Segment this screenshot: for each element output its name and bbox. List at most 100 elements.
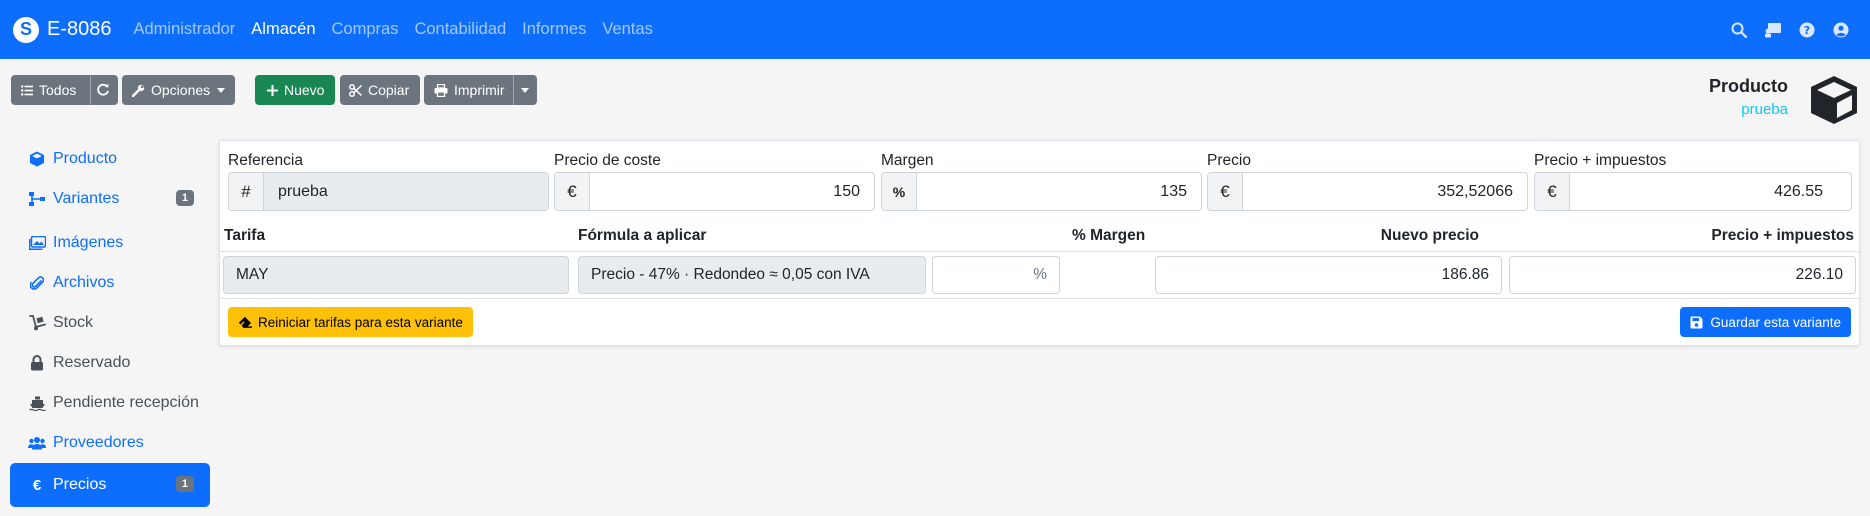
count-badge: 1 bbox=[175, 190, 194, 206]
all-button[interactable]: Todos bbox=[11, 75, 118, 105]
top-navbar: S E-8086 Administrador Almacén Compras C… bbox=[0, 0, 1870, 59]
price-tax-field[interactable]: € 426.55 bbox=[1534, 172, 1852, 211]
margin-field[interactable]: % 135 bbox=[881, 172, 1202, 211]
save-variant-label: Guardar esta variante bbox=[1710, 314, 1841, 330]
print-options-chevron-icon[interactable] bbox=[521, 88, 529, 93]
euro-icon: € bbox=[32, 476, 42, 494]
col-header-new-price: Nuevo precio bbox=[1380, 227, 1479, 244]
sidebar-item-label: Variantes bbox=[53, 190, 120, 207]
box-icon bbox=[1808, 74, 1860, 126]
new-button[interactable]: Nuevo bbox=[255, 75, 335, 105]
sidebar-item-pendiente-recepcion[interactable]: Pendiente recepción bbox=[10, 381, 210, 425]
page-header: Producto prueba bbox=[1709, 76, 1788, 118]
new-button-label: Nuevo bbox=[284, 82, 325, 98]
formula-cell[interactable]: Precio - 47% · Redondeo ≈ 0,05 con IVA bbox=[578, 256, 926, 294]
count-badge: 1 bbox=[175, 476, 194, 492]
nav-icons: ? bbox=[1728, 0, 1852, 59]
print-button-label: Imprimir bbox=[454, 82, 505, 98]
sidebar-item-reservado[interactable]: Reservado bbox=[10, 341, 210, 385]
sidebar-item-label: Producto bbox=[53, 150, 118, 167]
paperclip-icon bbox=[28, 274, 46, 292]
percent-icon: % bbox=[882, 173, 917, 210]
euro-icon: € bbox=[555, 173, 590, 210]
save-variant-button[interactable]: Guardar esta variante bbox=[1680, 307, 1851, 337]
refresh-icon[interactable] bbox=[96, 83, 110, 97]
options-dropdown[interactable]: Opciones bbox=[122, 75, 235, 105]
sidebar-item-precios[interactable]: € Precios 1 bbox=[10, 463, 210, 507]
brand-logo-icon: S bbox=[13, 16, 39, 43]
reset-rates-button[interactable]: Reiniciar tarifas para esta variante bbox=[228, 307, 473, 337]
main-menu: Administrador Almacén Compras Contabilid… bbox=[126, 20, 661, 39]
sidebar-item-label: Pendiente recepción bbox=[53, 394, 199, 411]
price-input[interactable]: 352,52066 bbox=[1243, 173, 1527, 210]
brand-name: E-8086 bbox=[47, 18, 112, 40]
options-label: Opciones bbox=[151, 82, 211, 98]
eraser-icon bbox=[238, 316, 252, 328]
list-icon bbox=[21, 84, 33, 96]
col-header-formula: Fórmula a aplicar bbox=[578, 227, 707, 244]
sidebar-item-label: Archivos bbox=[53, 274, 115, 291]
dolly-icon bbox=[28, 314, 46, 332]
page-title: Producto bbox=[1709, 76, 1788, 96]
cost-label: Precio de coste bbox=[554, 152, 661, 169]
sidebar-item-variantes[interactable]: Variantes 1 bbox=[10, 177, 210, 221]
prices-card: Referencia # prueba Precio de coste € 15… bbox=[219, 140, 1860, 346]
menu-item-ventas[interactable]: Ventas bbox=[594, 20, 660, 39]
sidebar-item-label: Imágenes bbox=[53, 234, 124, 251]
chalkboard-icon[interactable] bbox=[1762, 19, 1784, 41]
menu-item-administrador[interactable]: Administrador bbox=[126, 20, 244, 39]
menu-item-contabilidad[interactable]: Contabilidad bbox=[406, 20, 514, 39]
help-icon[interactable]: ? bbox=[1796, 19, 1818, 41]
sidebar-item-proveedores[interactable]: Proveedores bbox=[10, 421, 210, 465]
brand[interactable]: S E-8086 bbox=[13, 16, 112, 43]
menu-item-informes[interactable]: Informes bbox=[514, 20, 594, 39]
cube-icon bbox=[28, 150, 46, 168]
price-tax-input[interactable]: 426.55 bbox=[1570, 173, 1851, 210]
reference-input[interactable]: prueba bbox=[264, 173, 548, 210]
plus-icon bbox=[267, 84, 278, 96]
print-button[interactable]: Imprimir bbox=[424, 75, 537, 105]
search-icon[interactable] bbox=[1728, 19, 1750, 41]
menu-item-compras[interactable]: Compras bbox=[324, 20, 407, 39]
chevron-down-icon bbox=[217, 87, 226, 93]
price-label: Precio bbox=[1207, 152, 1251, 169]
price-tax-cell-input[interactable]: 226.10 bbox=[1509, 256, 1856, 294]
hash-icon: # bbox=[229, 173, 264, 210]
images-icon bbox=[28, 234, 46, 252]
col-header-margin: % Margen bbox=[1072, 227, 1146, 244]
cost-field[interactable]: € 150 bbox=[554, 172, 875, 211]
table-divider bbox=[220, 298, 1859, 299]
col-header-price-tax: Precio + impuestos bbox=[1711, 227, 1854, 244]
sidebar-item-imagenes[interactable]: Imágenes bbox=[10, 221, 210, 265]
all-button-label: Todos bbox=[39, 82, 77, 98]
wrench-icon bbox=[132, 84, 145, 97]
print-icon bbox=[434, 83, 448, 97]
page-subtitle: prueba bbox=[1741, 101, 1788, 118]
reset-rates-label: Reiniciar tarifas para esta variante bbox=[258, 314, 463, 330]
user-icon[interactable] bbox=[1830, 19, 1852, 41]
split-divider bbox=[513, 75, 514, 105]
margin-input[interactable]: 135 bbox=[917, 173, 1201, 210]
reference-field[interactable]: # prueba bbox=[228, 172, 549, 211]
margin-label: Margen bbox=[881, 152, 934, 169]
ship-icon bbox=[28, 394, 46, 412]
sidebar-item-producto[interactable]: Producto bbox=[10, 137, 210, 181]
svg-text:?: ? bbox=[1804, 24, 1810, 37]
sidebar-item-archivos[interactable]: Archivos bbox=[10, 261, 210, 305]
sidebar-item-label: Reservado bbox=[53, 354, 131, 371]
price-field[interactable]: € 352,52066 bbox=[1207, 172, 1528, 211]
new-price-input[interactable]: 186.86 bbox=[1155, 256, 1502, 294]
sidebar-item-label: Precios bbox=[53, 476, 107, 493]
lock-icon bbox=[28, 354, 46, 372]
sidebar-item-stock[interactable]: Stock bbox=[10, 301, 210, 345]
scissors-icon bbox=[349, 83, 362, 97]
copy-button[interactable]: Copiar bbox=[340, 75, 420, 105]
menu-item-almacen[interactable]: Almacén bbox=[243, 20, 323, 39]
cost-input[interactable]: 150 bbox=[590, 173, 874, 210]
save-icon bbox=[1690, 316, 1703, 329]
sitemap-icon bbox=[28, 190, 46, 208]
euro-icon: € bbox=[1535, 173, 1570, 210]
margin-input[interactable]: % bbox=[932, 256, 1060, 294]
reference-label: Referencia bbox=[228, 152, 303, 169]
price-tax-label: Precio + impuestos bbox=[1534, 152, 1667, 169]
